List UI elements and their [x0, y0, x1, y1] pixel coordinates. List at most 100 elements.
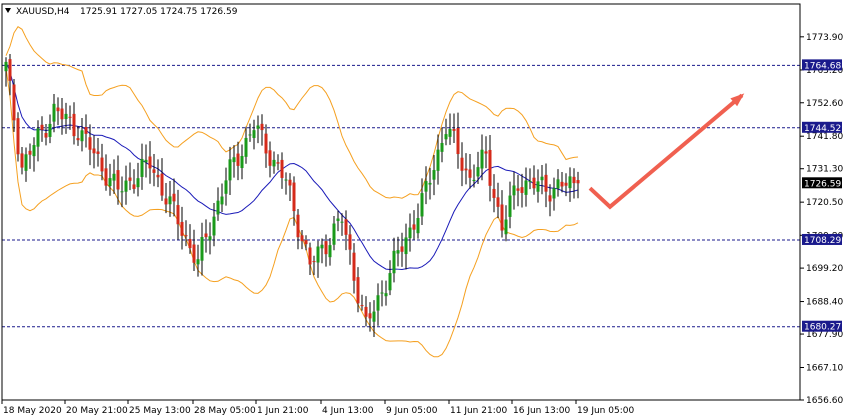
time-tick-label: 25 May 13:00 — [129, 406, 191, 416]
chart-canvas[interactable]: 1773.901763.201752.601741.801731.301720.… — [0, 0, 846, 419]
candle-body-bear — [148, 156, 152, 169]
time-tick-label: 20 May 21:00 — [66, 406, 128, 416]
time-tick-label: 28 May 05:00 — [194, 406, 256, 416]
candle-body-bear — [268, 150, 272, 166]
candle-body-bear — [156, 174, 160, 178]
price-tick-label: 1773.90 — [806, 33, 843, 43]
candle-body-bear — [548, 195, 552, 202]
price-tick-label: 1656.60 — [806, 396, 843, 406]
candle-body-bear — [20, 153, 24, 168]
candle-body-bear — [288, 179, 292, 186]
candle-body-bull — [524, 180, 528, 195]
candle-body-bull — [432, 170, 436, 180]
time-tick-label: 19 Jun 05:00 — [577, 406, 634, 416]
candle-body-bull — [556, 179, 560, 189]
candle-body-bear — [180, 221, 184, 236]
time-tick-label: 4 Jun 13:00 — [322, 406, 374, 416]
candle-body-bear — [204, 233, 208, 238]
candle-body-bull — [472, 179, 476, 182]
candle-body-bull — [404, 237, 408, 255]
candle-body-bull — [476, 167, 480, 177]
candle-body-bull — [52, 103, 56, 122]
candle-body-bear — [56, 107, 60, 112]
time-tick-label: 11 Jun 21:00 — [450, 406, 507, 416]
candle-body-bear — [236, 153, 240, 166]
price-tick-label: 1699.20 — [806, 264, 843, 274]
candle-body-bull — [320, 244, 324, 249]
level-label: 1764.68 — [804, 61, 841, 71]
candle-body-bull — [392, 250, 396, 274]
candle-body-bull — [144, 159, 148, 163]
candle-body-bear — [452, 128, 456, 131]
candle-body-bull — [212, 216, 216, 236]
candle-body-bull — [284, 179, 288, 181]
candle-body-bull — [80, 130, 84, 142]
candle-body-bull — [436, 149, 440, 171]
candle-body-bull — [112, 173, 116, 181]
candle-body-bear — [356, 277, 360, 304]
candle-body-bear — [44, 133, 48, 138]
candle-body-bear — [28, 150, 32, 155]
candle-body-bear — [296, 214, 300, 238]
ohlc-quote: 1725.91 1727.05 1724.75 1726.59 — [80, 7, 238, 17]
time-tick-label: 1 Jun 21:00 — [257, 406, 309, 416]
candle-body-bull — [380, 292, 384, 294]
candle[interactable] — [16, 112, 20, 162]
candle-body-bull — [332, 223, 336, 245]
candle-body-bull — [244, 137, 248, 157]
candle-body-bull — [24, 154, 28, 171]
candle-body-bull — [32, 145, 36, 157]
candle-body-bear — [532, 177, 536, 189]
candle-body-bull — [444, 134, 448, 140]
symbol-label: XAUUSD,H4 — [16, 7, 70, 17]
candle-body-bear — [176, 205, 180, 225]
candle-body-bear — [324, 241, 328, 255]
candle-body-bull — [384, 293, 388, 297]
candle-body-bear — [364, 306, 368, 317]
candle-body-bear — [576, 180, 580, 184]
price-tick-label: 1731.30 — [806, 165, 843, 175]
candle-body-bull — [240, 156, 244, 169]
candle-body-bear — [152, 169, 156, 173]
candle-body-bear — [88, 137, 92, 150]
candle-body-bull — [372, 311, 376, 322]
candle-body-bear — [460, 157, 464, 171]
candle-body-bear — [172, 193, 176, 202]
candle-body-bull — [228, 159, 232, 181]
candle-body-bull — [224, 180, 228, 194]
candle-body-bull — [336, 218, 340, 222]
candle-body-bull — [124, 180, 128, 192]
candle-body-bear — [104, 168, 108, 186]
candle-body-bear — [12, 84, 16, 121]
candle-body-bear — [72, 113, 76, 137]
candle-body-bear — [192, 244, 196, 263]
candle-body-bear — [8, 59, 12, 81]
time-tick-label: 9 Jun 05:00 — [386, 406, 438, 416]
candle-body-bear — [292, 182, 296, 212]
candle-body-bear — [308, 247, 312, 265]
candle-body-bear — [40, 124, 44, 130]
candle-body-bull — [36, 128, 40, 147]
current-price-label: 1726.59 — [804, 179, 841, 189]
candle-body-bear — [16, 118, 20, 155]
candle-body-bull — [552, 188, 556, 199]
candle-body-bear — [184, 235, 188, 237]
candle-body-bear — [412, 224, 416, 230]
candle-body-bull — [428, 182, 432, 185]
candle-body-bear — [116, 170, 120, 190]
candle-body-bull — [508, 195, 512, 217]
candle-body-bull — [416, 218, 420, 234]
candle-body-bull — [420, 193, 424, 217]
candle-body-bull — [196, 259, 200, 265]
candle-body-bear — [68, 116, 72, 118]
candle-body-bull — [480, 149, 484, 169]
candle-body-bear — [492, 188, 496, 198]
candle-body-bull — [140, 158, 144, 177]
candle-body-bear — [348, 234, 352, 250]
candle-body-bull — [220, 196, 224, 205]
candle-body-bull — [536, 181, 540, 192]
level-label: 1744.52 — [804, 124, 841, 134]
candle-body-bear — [488, 149, 492, 186]
candle-body-bull — [328, 245, 332, 258]
candle-body-bear — [500, 204, 504, 231]
